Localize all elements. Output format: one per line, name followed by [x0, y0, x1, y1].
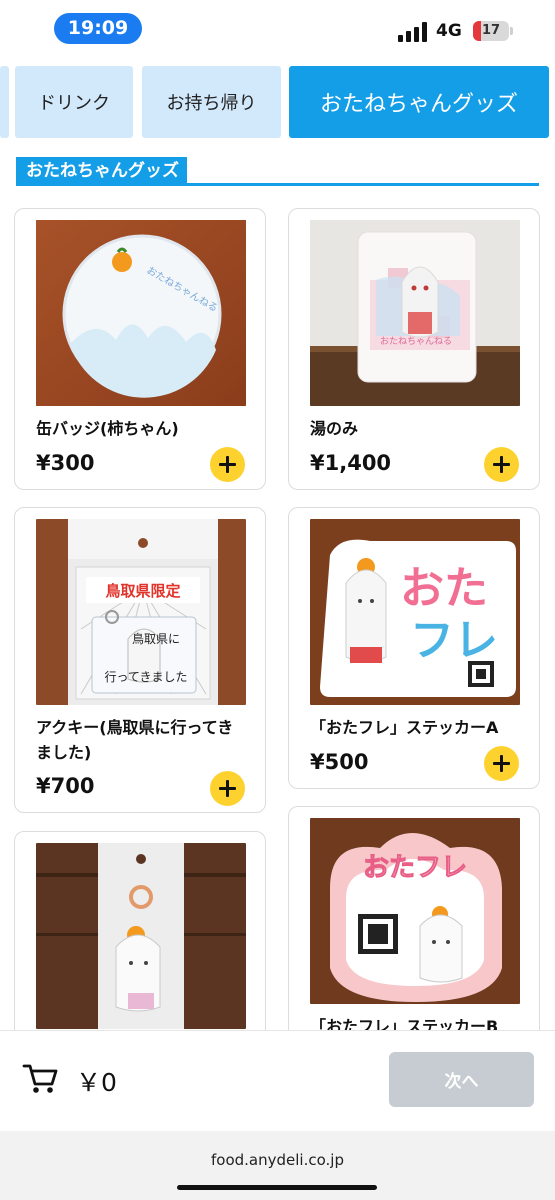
- product-price: ¥500: [310, 750, 369, 774]
- product-name: アクキー(鳥取県に行ってきました): [36, 718, 234, 762]
- battery-nub: [510, 27, 513, 35]
- tab-label: おたねちゃんグッズ: [319, 92, 518, 117]
- tab-otane-goods[interactable]: おたねちゃんグッズ: [289, 66, 549, 138]
- product-card[interactable]: おた フレ 「おたフレ」ステッカーA ¥500: [288, 507, 540, 789]
- cart-icon[interactable]: [22, 1063, 58, 1095]
- sticker-a-photo: おた フレ: [310, 519, 520, 705]
- product-price: ¥700: [36, 774, 95, 798]
- url-text: food.anydeli.co.jp: [211, 1151, 344, 1169]
- cart-bar: ￥0 次へ: [0, 1030, 555, 1130]
- home-indicator[interactable]: [177, 1185, 377, 1190]
- status-time: 19:09: [54, 13, 142, 44]
- tab-previous-cutoff[interactable]: [0, 66, 9, 138]
- tab-label: お持ち帰り: [166, 93, 257, 114]
- svg-text:鳥取県に: 鳥取県に: [132, 631, 180, 646]
- battery-percent: 17: [481, 23, 501, 38]
- button-badge-photo: おたねちゃんねる: [36, 220, 246, 406]
- svg-text:鳥取県限定: 鳥取県限定: [105, 582, 180, 600]
- product-name: 「おたフレ」ステッカーA: [310, 718, 499, 737]
- teacup-photo: おたねちゃんねる: [310, 220, 520, 406]
- product-price: ¥300: [36, 451, 95, 475]
- product-price: ¥1,400: [310, 451, 392, 475]
- product-card[interactable]: おたねちゃんねる 缶バッジ(柿ちゃん) ¥300: [14, 208, 266, 490]
- svg-text:行ってきました: 行ってきました: [104, 670, 187, 684]
- svg-text:おたねちゃんねる: おたねちゃんねる: [380, 336, 452, 347]
- network-type: 4G: [436, 21, 462, 41]
- section-divider: [16, 183, 539, 186]
- section-title: おたねちゃんグッズ: [16, 157, 187, 185]
- tab-takeout[interactable]: お持ち帰り: [142, 66, 281, 138]
- tab-label: ドリンク: [38, 93, 110, 114]
- svg-text:おた: おた: [400, 563, 488, 614]
- svg-text:おたフレ: おたフレ: [363, 853, 467, 883]
- status-bar: 19:09 4G 17: [0, 0, 555, 58]
- tab-drink[interactable]: ドリンク: [15, 66, 133, 138]
- cart-total: ￥0: [76, 1068, 117, 1097]
- signal-icon: [398, 22, 427, 42]
- product-name: 湯のみ: [310, 419, 359, 438]
- battery-icon: 17: [473, 21, 509, 41]
- product-card[interactable]: 鳥取県限定 鳥取県に 行ってきました アクキー(鳥取県に行ってきました) ¥70…: [14, 507, 266, 813]
- add-to-cart-button[interactable]: [210, 771, 245, 806]
- svg-text:フレ: フレ: [410, 615, 498, 666]
- add-to-cart-button[interactable]: [210, 447, 245, 482]
- product-card[interactable]: おたフレ 「おたフレ」ステッカーB: [288, 806, 540, 1051]
- browser-address-bar[interactable]: food.anydeli.co.jp: [0, 1131, 555, 1200]
- product-card[interactable]: おたねちゃんねる 湯のみ ¥1,400: [288, 208, 540, 490]
- acrylic-stand-photo: [36, 843, 246, 1029]
- add-to-cart-button[interactable]: [484, 447, 519, 482]
- next-button[interactable]: 次へ: [389, 1052, 534, 1107]
- product-card[interactable]: [14, 831, 266, 1051]
- sticker-b-photo: おたフレ: [310, 818, 520, 1004]
- acrylic-keychain-photo: 鳥取県限定 鳥取県に 行ってきました: [36, 519, 246, 705]
- add-to-cart-button[interactable]: [484, 746, 519, 781]
- product-name: 缶バッジ(柿ちゃん): [36, 419, 179, 438]
